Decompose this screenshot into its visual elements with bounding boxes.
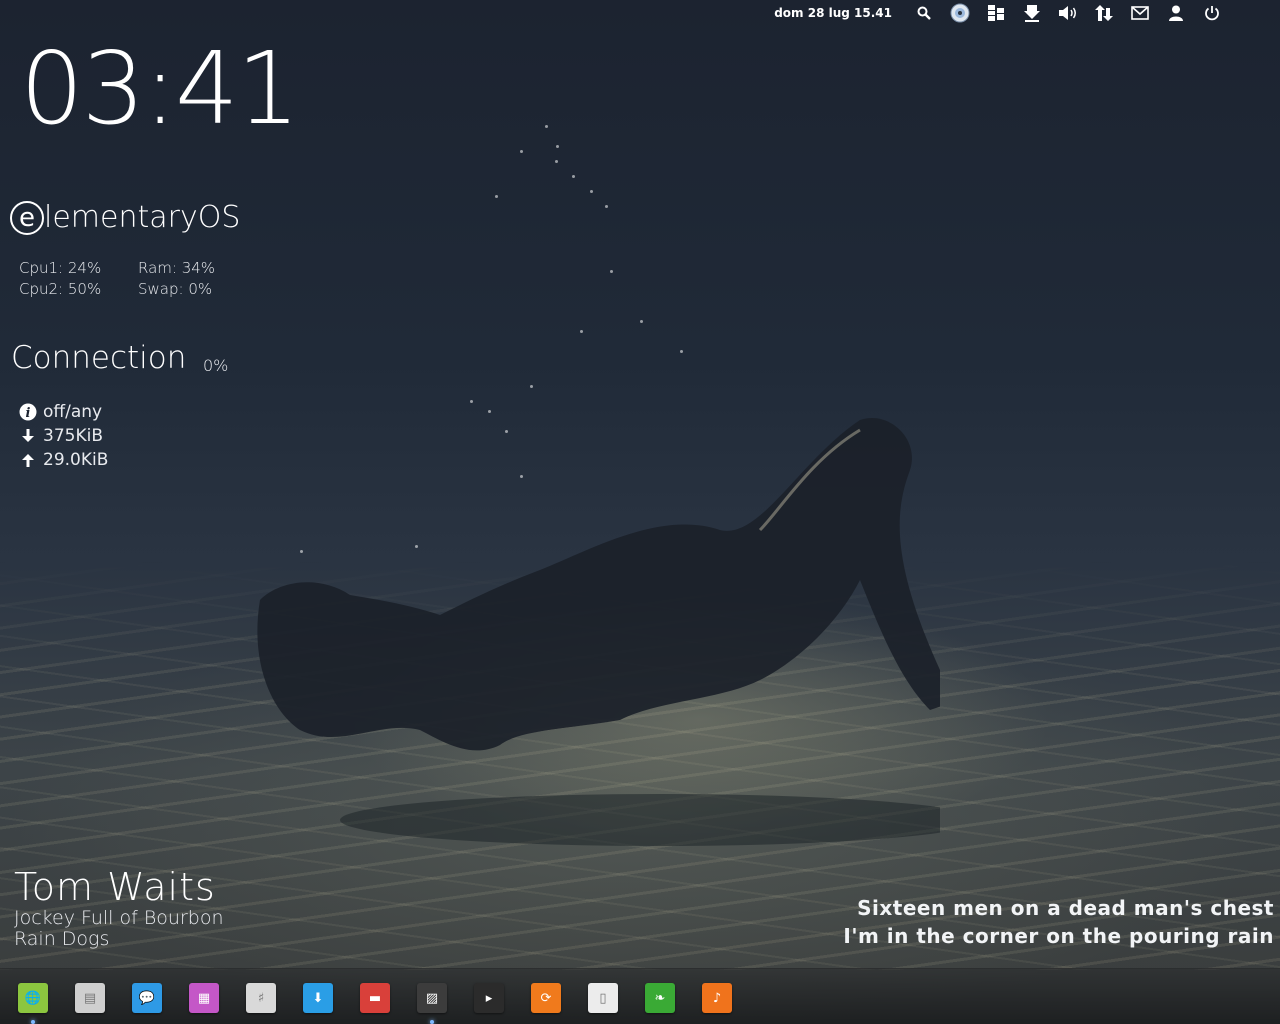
download-icon[interactable] — [1014, 0, 1050, 26]
chat-icon[interactable]: 💬 — [132, 983, 162, 1013]
top-panel: dom 28 lug 15.41 — [774, 0, 1280, 26]
connection-title: Connection — [11, 340, 187, 376]
files-glyph: ▤ — [83, 990, 97, 1006]
web-browser-icon[interactable]: 🌐 — [18, 983, 48, 1013]
system-settings-icon[interactable]: ♯ — [246, 983, 276, 1013]
swap-stat: Swap: 0% — [138, 280, 213, 298]
bubble — [590, 190, 593, 193]
power-icon[interactable] — [1194, 0, 1230, 26]
system-monitor-icon[interactable]: ▨ — [417, 983, 447, 1013]
lyrics-line-1: Sixteen men on a dead man's chest — [857, 896, 1274, 920]
download-arrow-icon — [19, 429, 37, 443]
download-rate: 375KiB — [43, 426, 103, 446]
volume-icon[interactable] — [1050, 0, 1086, 26]
elementary-logo: e lementaryOS — [10, 200, 240, 235]
bubble — [556, 145, 559, 148]
bubble — [580, 330, 583, 333]
bubble — [610, 270, 613, 273]
system-settings-glyph: ♯ — [257, 990, 265, 1006]
terminal-glyph: ▸ — [485, 990, 493, 1006]
now-playing-track: Jockey Full of Bourbon — [14, 907, 224, 929]
ram-stat: Ram: 34% — [138, 259, 216, 277]
video-player-glyph: ▦ — [197, 990, 211, 1006]
update-manager-glyph: ⟳ — [540, 990, 552, 1006]
bubble — [680, 350, 683, 353]
bubble — [640, 320, 643, 323]
calendar-icon[interactable]: ▬ — [360, 983, 390, 1013]
terminal-icon[interactable]: ▸ — [474, 983, 504, 1013]
network-tree-icon[interactable] — [978, 0, 1014, 26]
lyrics-widget: Sixteen men on a dead man's chest I'm in… — [843, 894, 1274, 950]
search-icon[interactable] — [906, 0, 942, 26]
elementary-e-icon: e — [10, 200, 44, 235]
files-icon[interactable]: ▤ — [75, 983, 105, 1013]
bubble — [520, 150, 523, 153]
disc-icon[interactable] — [942, 0, 978, 26]
brand-name: lementaryOS — [44, 200, 241, 235]
wallpaper-figure — [257, 418, 940, 846]
upload-rate: 29.0KiB — [43, 450, 109, 470]
lyrics-line-2: I'm in the corner on the pouring rain — [843, 924, 1274, 948]
music-player-icon[interactable]: ♪ — [702, 983, 732, 1013]
bubble — [555, 160, 558, 163]
system-stats: Cpu1: 24% Ram: 34% Cpu2: 50% Swap: 0% — [19, 258, 215, 300]
mail-icon[interactable] — [1122, 0, 1158, 26]
connection-status: off/any — [43, 402, 103, 422]
now-playing-artist: Tom Waits — [14, 865, 216, 909]
cpu1-stat: Cpu1: 24% — [19, 259, 102, 277]
software-center-icon[interactable]: ⬇ — [303, 983, 333, 1013]
bubble — [530, 385, 533, 388]
connection-details: i off/any 375KiB 29.0KiB — [19, 400, 108, 472]
desktop-clock: 03:41 — [20, 30, 300, 147]
now-playing: Tom Waits Jockey Full of Bourbon Rain Do… — [14, 866, 224, 950]
user-icon[interactable] — [1158, 0, 1194, 26]
update-manager-icon[interactable]: ⟳ — [531, 983, 561, 1013]
bubble — [495, 195, 498, 198]
running-indicator — [31, 1020, 35, 1024]
leaf-app-icon[interactable]: ❧ — [645, 983, 675, 1013]
dock: 🌐 ▤ 💬 ▦ ♯ ⬇ ▬ ▨ ▸ ⟳ ▯ ❧ ♪ — [0, 968, 1280, 1024]
web-browser-glyph: 🌐 — [24, 990, 42, 1006]
chat-glyph: 💬 — [138, 990, 156, 1006]
bubble — [572, 175, 575, 178]
running-indicator — [430, 1020, 434, 1024]
bubble — [545, 125, 548, 128]
connection-percent: 0% — [203, 356, 229, 375]
software-center-glyph: ⬇ — [312, 990, 324, 1006]
video-player-icon[interactable]: ▦ — [189, 983, 219, 1013]
music-player-glyph: ♪ — [712, 990, 722, 1006]
panel-datetime[interactable]: dom 28 lug 15.41 — [774, 6, 892, 20]
cpu2-stat: Cpu2: 50% — [19, 280, 102, 298]
svg-text:i: i — [26, 406, 31, 421]
now-playing-album: Rain Dogs — [14, 928, 110, 950]
text-editor-glyph: ▯ — [599, 990, 607, 1006]
text-editor-icon[interactable]: ▯ — [588, 983, 618, 1013]
upload-arrow-icon — [19, 453, 37, 467]
system-monitor-glyph: ▨ — [425, 990, 439, 1006]
info-icon: i — [19, 403, 37, 421]
bubble — [605, 205, 608, 208]
leaf-app-glyph: ❧ — [654, 990, 666, 1006]
calendar-glyph: ▬ — [368, 990, 382, 1006]
transfer-icon[interactable] — [1086, 0, 1122, 26]
